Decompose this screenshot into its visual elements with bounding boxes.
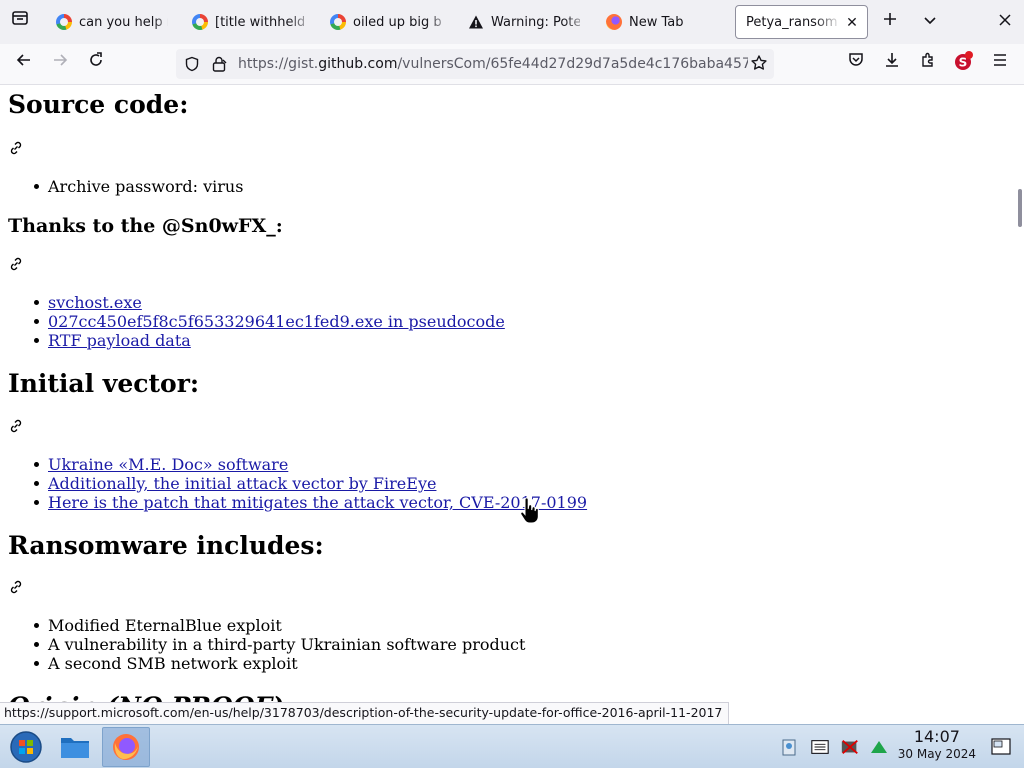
firefox-icon <box>606 14 622 30</box>
downloads-icon[interactable] <box>878 50 906 78</box>
link-anchor-icon[interactable] <box>8 418 24 434</box>
new-tab-icon[interactable] <box>876 8 904 36</box>
url-prefix: https://gist. <box>238 56 319 72</box>
list-item: A second SMB network exploit <box>30 654 525 673</box>
google-icon <box>56 14 72 30</box>
show-desktop-icon[interactable] <box>989 735 1013 759</box>
source-list: Archive password: virus <box>30 177 243 196</box>
tab-strip: can you help m [title withheld] oiled up… <box>0 0 1024 44</box>
clock[interactable]: 14:07 30 May 2024 <box>898 728 976 762</box>
url-path: /vulnersCom/65fe44d27d29d7a5de4c176baba4… <box>397 56 748 72</box>
network-tray-icon[interactable] <box>810 737 830 757</box>
list-item: Modified EternalBlue exploit <box>30 616 525 635</box>
bookmark-star-icon[interactable] <box>750 54 768 76</box>
list-item: 027cc450ef5f8c5f653329641ec1fed9.exe in … <box>30 312 505 331</box>
list-item: Ukraine «M.E. Doc» software <box>30 455 587 474</box>
tracking-protection-icon[interactable] <box>184 56 200 76</box>
heading-ransomware-includes: Ransomware includes: <box>8 531 324 560</box>
url-domain: github.com <box>318 56 398 72</box>
includes-list: Modified EternalBlue exploit A vulnerabi… <box>30 616 525 673</box>
link-rtf-payload[interactable]: RTF payload data <box>48 331 191 350</box>
page-scrollbar[interactable] <box>1016 85 1024 724</box>
forward-icon <box>46 50 74 78</box>
reload-icon[interactable] <box>82 50 110 78</box>
lock-icon[interactable] <box>210 55 228 77</box>
thanks-list: svchost.exe 027cc450ef5f8c5f653329641ec1… <box>30 293 505 350</box>
list-tabs-icon[interactable] <box>916 8 944 36</box>
heading-thanks: Thanks to the @Sn0wFX_: <box>8 215 283 237</box>
tab[interactable]: [title withheld] <box>182 5 314 39</box>
list-item: Here is the patch that mitigates the att… <box>30 493 587 512</box>
back-icon[interactable] <box>10 50 38 78</box>
tab[interactable]: oiled up big bl <box>320 5 452 39</box>
volume-muted-tray-icon[interactable] <box>840 737 860 757</box>
close-tab-icon[interactable]: ✕ <box>843 14 861 32</box>
warning-icon <box>468 14 484 30</box>
update-tray-icon[interactable] <box>869 737 889 757</box>
pocket-icon[interactable] <box>842 50 870 78</box>
list-item: A vulnerability in a third-party Ukraini… <box>30 635 525 654</box>
link-anchor-icon[interactable] <box>8 579 24 595</box>
url-text[interactable]: https://gist.github.com/vulnersCom/65fe4… <box>238 56 748 72</box>
link-fireeye[interactable]: Additionally, the initial attack vector … <box>48 474 436 493</box>
start-button[interactable] <box>2 727 50 767</box>
link-pseudocode[interactable]: 027cc450ef5f8c5f653329641ec1fed9.exe in … <box>48 312 505 331</box>
list-item: Additionally, the initial attack vector … <box>30 474 587 493</box>
extensions-icon[interactable] <box>914 50 942 78</box>
page-content: Source code: Archive password: virus Tha… <box>0 85 1016 724</box>
link-cve-patch[interactable]: Here is the patch that mitigates the att… <box>48 493 587 512</box>
google-icon <box>192 14 208 30</box>
scroll-thumb[interactable] <box>1018 189 1022 227</box>
navigation-toolbar: https://gist.github.com/vulnersCom/65fe4… <box>0 44 1024 85</box>
file-manager-icon[interactable] <box>51 727 99 767</box>
firefox-view-icon[interactable] <box>6 8 34 36</box>
list-item: svchost.exe <box>30 293 505 312</box>
hand-cursor-icon <box>518 497 542 525</box>
vector-list: Ukraine «M.E. Doc» software Additionally… <box>30 455 587 512</box>
status-url-overlay: https://support.microsoft.com/en-us/help… <box>0 702 730 724</box>
tab-active[interactable]: Petya_ransomw ✕ <box>735 5 868 39</box>
link-svchost[interactable]: svchost.exe <box>48 293 142 312</box>
close-window-icon[interactable] <box>991 8 1019 36</box>
link-anchor-icon[interactable] <box>8 256 24 272</box>
heading-initial-vector: Initial vector: <box>8 369 200 398</box>
google-icon <box>330 14 346 30</box>
clock-time: 14:07 <box>913 727 960 746</box>
clipboard-tray-icon[interactable] <box>779 737 799 757</box>
extension-badge-icon[interactable]: S <box>950 50 978 78</box>
menu-icon[interactable] <box>986 50 1014 78</box>
link-anchor-icon[interactable] <box>8 140 24 156</box>
clock-date: 30 May 2024 <box>897 747 976 761</box>
tab-title: New Tab <box>629 14 684 30</box>
tab[interactable]: New Tab <box>596 5 728 39</box>
tab[interactable]: Warning: Pote <box>458 5 590 39</box>
heading-source-code: Source code: <box>8 90 189 119</box>
url-bar[interactable]: https://gist.github.com/vulnersCom/65fe4… <box>176 49 774 79</box>
link-medoc[interactable]: Ukraine «M.E. Doc» software <box>48 455 288 474</box>
tab[interactable]: can you help m <box>46 5 178 39</box>
list-item: RTF payload data <box>30 331 505 350</box>
firefox-taskbar-icon[interactable] <box>102 727 150 767</box>
taskbar: 14:07 30 May 2024 <box>0 724 1024 768</box>
list-item: Archive password: virus <box>30 177 243 196</box>
